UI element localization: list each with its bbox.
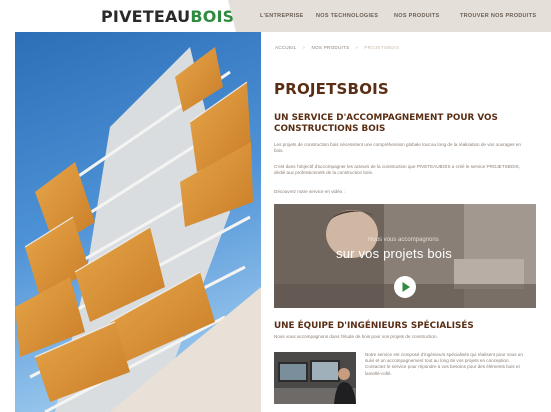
- engineer-at-screens-image: [274, 352, 356, 404]
- nav-item-technologies[interactable]: NOS TECHNOLOGIES: [316, 13, 378, 19]
- building-photo: [15, 32, 261, 412]
- section-title-service: UN SERVICE D'ACCOMPAGNEMENT POUR VOS CON…: [274, 113, 498, 134]
- breadcrumb-separator: ›: [303, 45, 305, 50]
- section-paragraph: Nous vous accompagnons dans l'étude de b…: [274, 334, 438, 339]
- breadcrumb-separator: ›: [355, 45, 358, 50]
- building-illustration: [15, 47, 261, 412]
- main-nav: L'ENTREPRISE NOS TECHNOLOGIES NOS PRODUI…: [228, 0, 551, 32]
- section-paragraph: C'est dans l'objectif d'accompagner les …: [274, 164, 520, 176]
- video-player[interactable]: Nous vous accompagnons sur vos projets b…: [274, 204, 536, 308]
- breadcrumb-products[interactable]: NOS PRODUITS: [312, 45, 350, 50]
- section-title-engineers: UNE ÉQUIPE D'INGÉNIEURS SPÉCIALISÉS: [274, 321, 474, 331]
- video-kicker: Nous vous accompagnons: [368, 237, 439, 243]
- play-button[interactable]: [394, 276, 416, 298]
- nav-item-entreprise[interactable]: L'ENTREPRISE: [260, 13, 303, 19]
- nav-item-trouver[interactable]: TROUVER NOS PRODUITS: [460, 13, 536, 19]
- breadcrumb: ACCUEIL › NOS PRODUITS › PROJETSBOIS: [275, 45, 404, 50]
- logo-text-part1: PIVETEAU: [101, 7, 191, 26]
- site-header: PIVETEAUBOIS L'ENTREPRISE NOS TECHNOLOGI…: [0, 0, 551, 32]
- video-title: sur vos projets bois: [336, 246, 452, 261]
- nav-corner: [228, 0, 236, 32]
- engineers-photo: [274, 352, 356, 404]
- nav-item-produits[interactable]: NOS PRODUITS: [394, 13, 439, 19]
- play-icon: [402, 282, 410, 292]
- breadcrumb-home[interactable]: ACCUEIL: [275, 45, 297, 50]
- section-paragraph: Notre service est composé d'ingénieurs s…: [365, 352, 523, 376]
- video-intro-text: Découvrez notre service en vidéo :: [274, 189, 345, 194]
- breadcrumb-current: PROJETSBOIS: [364, 45, 400, 50]
- logo[interactable]: PIVETEAUBOIS: [101, 7, 234, 26]
- section-paragraph: Les projets de construction bois nécessi…: [274, 142, 521, 154]
- page-title: PROJETSBOIS: [274, 80, 389, 98]
